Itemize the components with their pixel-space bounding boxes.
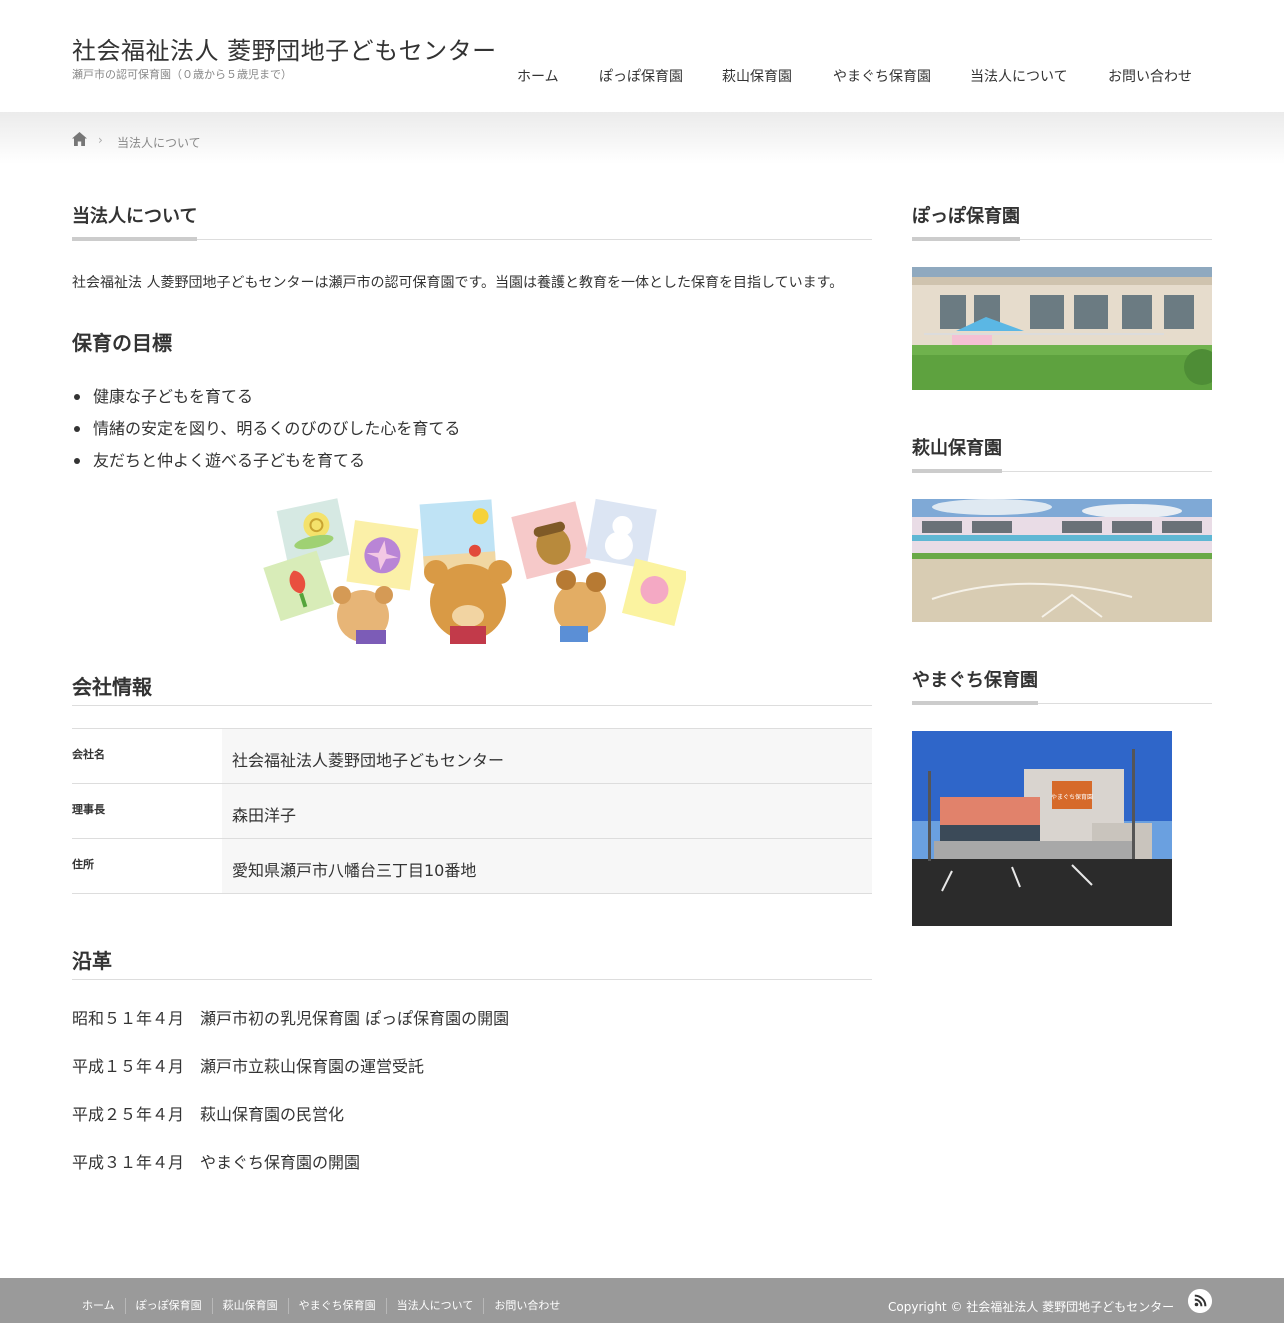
sidebar-widget-yamaguchi: やまぐち保育園 bbox=[912, 668, 1212, 705]
table-row: 住所 愛知県瀬戸市八幡台三丁目10番地 bbox=[72, 839, 872, 894]
page-title: 当法人について bbox=[72, 204, 198, 241]
home-icon[interactable] bbox=[72, 132, 87, 146]
nav-hagiyama[interactable]: 萩山保育園 bbox=[722, 66, 792, 86]
breadcrumb-separator: › bbox=[98, 133, 103, 147]
footer-nav-contact[interactable]: お問い合わせ bbox=[483, 1298, 570, 1314]
poppo-nursery-photo[interactable] bbox=[912, 267, 1212, 390]
footer-nav-yamaguchi[interactable]: やまぐち保育園 bbox=[287, 1298, 386, 1314]
chairman-value: 森田洋子 bbox=[222, 784, 872, 838]
nav-yamaguchi[interactable]: やまぐち保育園 bbox=[833, 66, 931, 86]
company-name-label: 会社名 bbox=[72, 748, 105, 761]
children-animals-illustration bbox=[263, 498, 686, 644]
yamaguchi-nursery-photo[interactable]: やまぐち保育園 bbox=[912, 731, 1172, 926]
widget-title[interactable]: ぽっぽ保育園 bbox=[912, 204, 1020, 241]
company-info-table: 会社名 社会福祉法人菱野団地子どもセンター 理事長 森田洋子 住所 愛知県瀬戸市… bbox=[72, 728, 872, 894]
yamaguchi-sign: やまぐち保育園 bbox=[1051, 793, 1093, 801]
history-item: 平成１５年４月 瀬戸市立萩山保育園の運営受託 bbox=[72, 1057, 425, 1076]
goals-heading: 保育の目標 bbox=[72, 331, 172, 355]
nav-about[interactable]: 当法人について bbox=[970, 66, 1068, 86]
address-label: 住所 bbox=[72, 858, 94, 871]
sidebar-widget-hagiyama: 萩山保育園 bbox=[912, 436, 1212, 473]
history-item: 昭和５１年４月 瀬戸市初の乳児保育園 ぽっぽ保育園の開園 bbox=[72, 1009, 510, 1028]
copyright-text: Copyright © 社会福祉法人 菱野団地子どもセンター bbox=[888, 1300, 1175, 1314]
page-title-block: 当法人について bbox=[72, 204, 872, 241]
footer-nav: ホーム ぽっぽ保育園 萩山保育園 やまぐち保育園 当法人について お問い合わせ bbox=[72, 1298, 570, 1314]
nav-home[interactable]: ホーム bbox=[517, 66, 559, 86]
footer-nav-poppo[interactable]: ぽっぽ保育園 bbox=[124, 1298, 212, 1314]
footer-nav-hagiyama[interactable]: 萩山保育園 bbox=[211, 1298, 288, 1314]
address-value: 愛知県瀬戸市八幡台三丁目10番地 bbox=[222, 839, 872, 893]
chairman-label: 理事長 bbox=[72, 803, 105, 816]
list-item: 情緒の安定を図り、明るくのびのびした心を育てる bbox=[72, 416, 460, 448]
history-list: 昭和５１年４月 瀬戸市初の乳児保育園 ぽっぽ保育園の開園 平成１５年４月 瀬戸市… bbox=[72, 1006, 509, 1198]
list-item: 友だちと仲よく遊べる子どもを育てる bbox=[72, 448, 460, 480]
breadcrumb-current: 当法人について bbox=[117, 136, 201, 150]
company-name-value: 社会福祉法人菱野団地子どもセンター bbox=[222, 729, 872, 783]
sidebar-widget-poppo: ぽっぽ保育園 bbox=[912, 204, 1212, 241]
goals-list: 健康な子どもを育てる 情緒の安定を図り、明るくのびのびした心を育てる 友だちと仲… bbox=[72, 384, 460, 480]
list-item: 健康な子どもを育てる bbox=[72, 384, 460, 416]
history-item: 平成２５年４月 萩山保育園の民営化 bbox=[72, 1105, 345, 1124]
rss-icon[interactable] bbox=[1188, 1289, 1212, 1313]
nav-poppo[interactable]: ぽっぽ保育園 bbox=[599, 66, 683, 86]
hagiyama-nursery-photo[interactable] bbox=[912, 499, 1212, 622]
nav-contact[interactable]: お問い合わせ bbox=[1108, 66, 1192, 86]
site-footer: ホーム ぽっぽ保育園 萩山保育園 やまぐち保育園 当法人について お問い合わせ Copyr… bbox=[0, 1278, 1284, 1323]
table-row: 会社名 社会福祉法人菱野団地子どもセンター bbox=[72, 729, 872, 784]
company-heading: 会社情報 bbox=[72, 675, 152, 699]
breadcrumb: › 当法人について bbox=[0, 112, 1284, 164]
history-heading-block: 沿革 bbox=[72, 947, 872, 980]
global-nav: ホーム ぽっぽ保育園 萩山保育園 やまぐち保育園 当法人について お問い合わせ bbox=[0, 66, 1284, 90]
widget-title[interactable]: 萩山保育園 bbox=[912, 436, 1002, 473]
intro-text: 社会福祉法 人菱野団地子どもセンターは瀬戸市の認可保育園です。当園は養護と教育を… bbox=[72, 275, 844, 291]
footer-nav-about[interactable]: 当法人について bbox=[385, 1298, 484, 1314]
history-heading: 沿革 bbox=[72, 949, 112, 973]
widget-title[interactable]: やまぐち保育園 bbox=[912, 668, 1038, 705]
table-row: 理事長 森田洋子 bbox=[72, 784, 872, 839]
site-header: 社会福祉法人 菱野団地子どもセンター 瀬戸市の認可保育園（０歳から５歳児まで） … bbox=[0, 0, 1284, 112]
footer-nav-home[interactable]: ホーム bbox=[72, 1298, 125, 1314]
history-item: 平成３１年４月 やまぐち保育園の開園 bbox=[72, 1153, 361, 1172]
site-title[interactable]: 社会福祉法人 菱野団地子どもセンター bbox=[72, 31, 497, 66]
company-heading-block: 会社情報 bbox=[72, 673, 872, 706]
